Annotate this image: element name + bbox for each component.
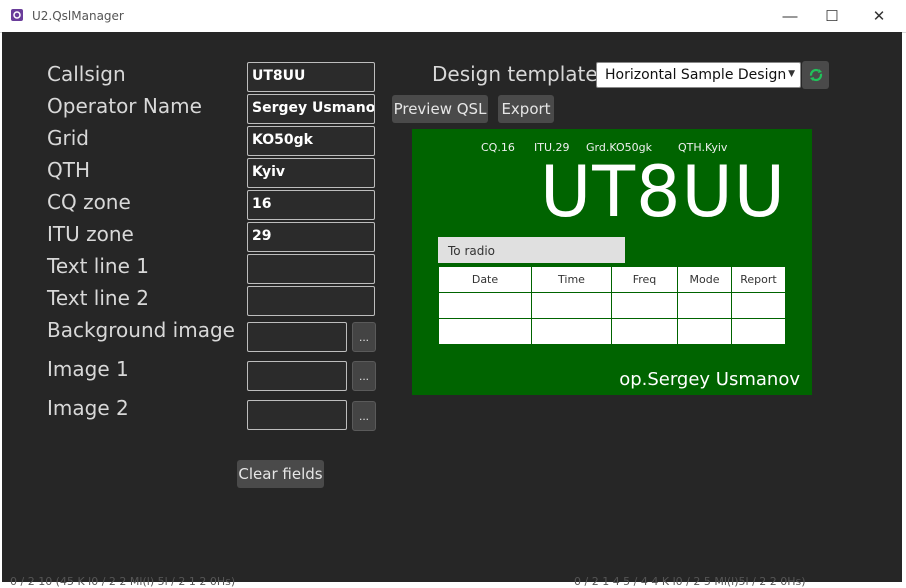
image-2-browse-button[interactable]: ... (352, 401, 376, 431)
table-cell (531, 292, 612, 319)
itu-zone-label: ITU zone (47, 222, 134, 246)
qsl-callsign: UT8UU (540, 151, 787, 233)
clear-fields-button[interactable]: Clear fields (237, 460, 324, 488)
background-image-browse-button[interactable]: ... (352, 322, 376, 352)
text-line-1-label: Text line 1 (47, 254, 149, 278)
column-freq: Freq (611, 266, 678, 293)
text-line-2-input[interactable] (247, 286, 375, 316)
export-button[interactable]: Export (498, 95, 554, 123)
table-cell (677, 292, 732, 319)
image-1-browse-button[interactable]: ... (352, 361, 376, 391)
main-panel: Callsign UT8UU Operator Name Sergey Usma… (2, 32, 902, 582)
operator-name-input[interactable]: Sergey Usmanov (247, 94, 375, 124)
qsl-to-radio: To radio (438, 237, 625, 263)
table-cell (438, 318, 532, 345)
table-cell (438, 292, 532, 319)
image-1-label: Image 1 (47, 357, 129, 381)
close-button[interactable]: ✕ (856, 0, 902, 32)
background-status-left: 0 / 2 10 (45 K l0 / 2 2 Ml(l) 5l / 2 1 2… (10, 575, 236, 588)
table-cell (731, 318, 786, 345)
table-row (438, 318, 786, 345)
table-row (438, 292, 786, 319)
text-line-2-label: Text line 2 (47, 286, 149, 310)
qsl-log-table: Date Time Freq Mode Report (438, 266, 786, 345)
maximize-button[interactable]: ☐ (809, 0, 855, 32)
table-header-row: Date Time Freq Mode Report (438, 266, 786, 293)
qth-input[interactable]: Kyiv (247, 158, 375, 188)
window-title: U2.QslManager (32, 9, 124, 23)
image-2-label: Image 2 (47, 396, 129, 420)
background-image-label: Background image (47, 318, 235, 342)
text-line-1-input[interactable] (247, 254, 375, 284)
table-cell (531, 318, 612, 345)
title-bar[interactable]: U2.QslManager — ☐ ✕ (0, 0, 906, 33)
cq-zone-label: CQ zone (47, 190, 131, 214)
qth-label: QTH (47, 158, 90, 182)
grid-input[interactable]: KO50gk (247, 126, 375, 156)
minimize-button[interactable]: — (767, 0, 813, 32)
design-template-select[interactable]: Horizontal Sample Design ▼ (596, 62, 801, 88)
design-template-label: Design template (432, 62, 598, 86)
grid-label: Grid (47, 126, 89, 150)
cq-zone-input[interactable]: 16 (247, 190, 375, 220)
qsl-preview: CQ.16 ITU.29 Grd.KO50gk QTH.Kyiv UT8UU T… (412, 129, 812, 395)
design-template-value: Horizontal Sample Design (605, 67, 787, 83)
refresh-icon (809, 68, 822, 82)
background-image-input[interactable] (247, 322, 347, 352)
table-cell (611, 318, 678, 345)
callsign-label: Callsign (47, 62, 126, 86)
column-date: Date (438, 266, 532, 293)
table-cell (731, 292, 786, 319)
chevron-down-icon: ▼ (788, 69, 795, 79)
column-time: Time (531, 266, 612, 293)
column-report: Report (731, 266, 786, 293)
qsl-cq-zone: CQ.16 (481, 141, 515, 154)
preview-qsl-button[interactable]: Preview QSL (392, 95, 488, 123)
table-cell (677, 318, 732, 345)
image-1-input[interactable] (247, 361, 347, 391)
refresh-button[interactable] (802, 61, 829, 89)
table-cell (611, 292, 678, 319)
itu-zone-input[interactable]: 29 (247, 222, 375, 252)
qsl-operator: op.Sergey Usmanov (619, 369, 800, 390)
operator-name-label: Operator Name (47, 94, 202, 118)
column-mode: Mode (677, 266, 732, 293)
image-2-input[interactable] (247, 400, 347, 430)
callsign-input[interactable]: UT8UU (247, 62, 375, 92)
app-icon (11, 9, 23, 21)
background-status-right: 0 / 2 1 4 5 / 4 4 K l0 / 2 5 Ml(l)5l / 2… (574, 575, 806, 588)
